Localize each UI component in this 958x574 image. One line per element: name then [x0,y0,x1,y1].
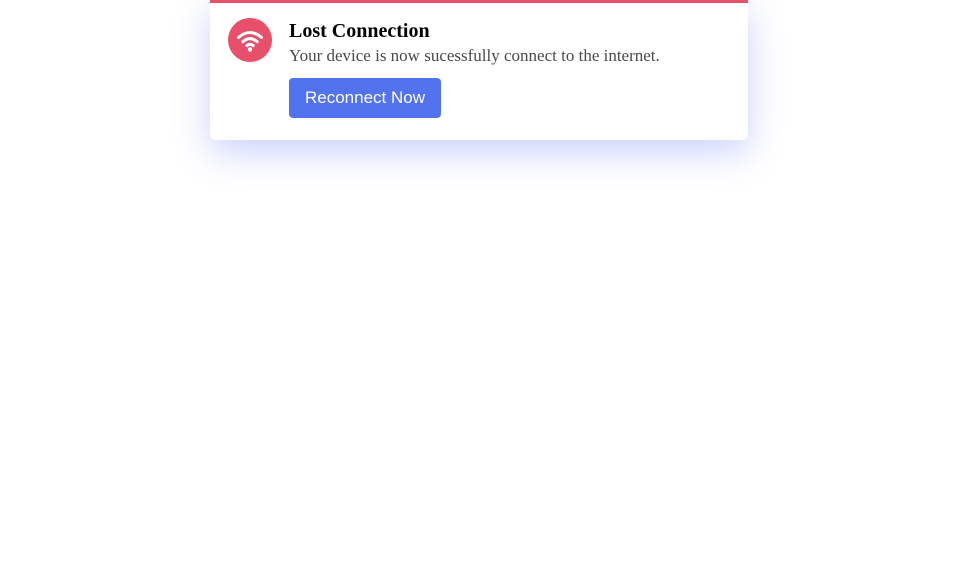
wifi-icon [228,18,272,62]
reconnect-button[interactable]: Reconnect Now [289,78,442,118]
toast-title: Lost Connection [289,20,430,42]
toast-content: Lost Connection Your device is now suces… [289,19,732,118]
connection-toast: Lost Connection Your device is now suces… [210,0,748,140]
toast-message: Your device is now sucessfully connect t… [289,46,660,65]
